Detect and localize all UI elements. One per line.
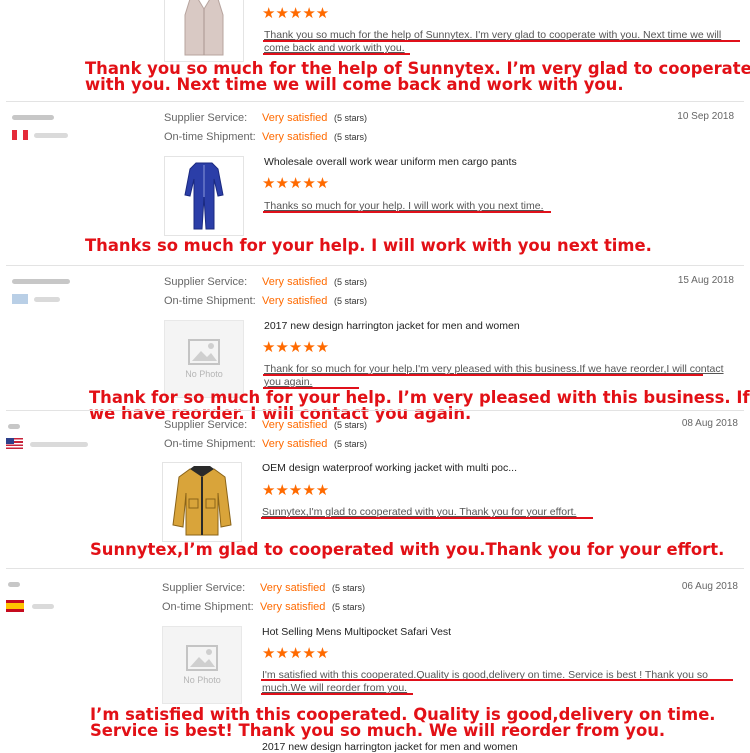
- supplier-service-value: Very satisfied: [262, 419, 328, 431]
- no-photo-label: No Photo: [185, 369, 223, 379]
- ontime-shipment-stars: (5 stars): [332, 602, 366, 612]
- supplier-service-label: Supplier Service:: [162, 582, 246, 594]
- product-title[interactable]: Hot Selling Mens Multipocket Safari Vest: [262, 626, 451, 638]
- divider: [6, 568, 744, 569]
- divider: [6, 265, 744, 266]
- supplier-service-label: Supplier Service:: [164, 276, 248, 288]
- product-thumbnail[interactable]: [164, 156, 244, 236]
- supplier-service-label: Supplier Service:: [164, 419, 248, 431]
- product-thumbnail[interactable]: No Photo: [162, 626, 242, 704]
- comment-underline: [261, 693, 413, 695]
- review-date: 15 Aug 2018: [677, 275, 734, 286]
- buyer-country: [32, 604, 54, 609]
- buyer-name: [12, 279, 70, 284]
- review-comment: I'm satisfied with this cooperated.Quali…: [262, 669, 708, 694]
- rating-stars: ★★★★★: [262, 645, 330, 662]
- jacket-image: [172, 466, 232, 536]
- product-thumbnail[interactable]: No Photo: [164, 320, 244, 398]
- review-date: 08 Aug 2018: [681, 418, 738, 429]
- supplier-service-label: Supplier Service:: [164, 112, 248, 124]
- supplier-service-stars: (5 stars): [334, 420, 368, 430]
- rating-stars: ★★★★★: [262, 175, 330, 192]
- ontime-shipment-value: Very satisfied: [262, 295, 328, 307]
- review-comment: Thank you so much for the help of Sunnyt…: [264, 29, 722, 54]
- ontime-shipment-value: Very satisfied: [262, 131, 328, 143]
- supplier-service-value: Very satisfied: [262, 112, 328, 124]
- image-placeholder-icon: [188, 339, 220, 365]
- country-flag-icon: [12, 130, 28, 140]
- supplier-service-stars: (5 stars): [334, 113, 368, 123]
- comment-underline: [263, 53, 410, 55]
- country-flag-icon: [12, 294, 28, 304]
- product-title[interactable]: OEM design waterproof working jacket wit…: [262, 462, 517, 474]
- ontime-shipment-label: On-time Shipment:: [164, 131, 256, 143]
- supplier-service-value: Very satisfied: [262, 276, 328, 288]
- product-thumbnail[interactable]: [164, 0, 244, 62]
- comment-underline: [261, 679, 733, 681]
- comment-underline: [263, 40, 740, 42]
- image-placeholder-icon: [186, 645, 218, 671]
- divider: [6, 410, 744, 411]
- supplier-service-stars: (5 stars): [332, 583, 366, 593]
- rating-stars: ★★★★★: [262, 5, 330, 22]
- buyer-name: [12, 115, 54, 120]
- supplier-service-stars: (5 stars): [334, 277, 368, 287]
- buyer-name: [8, 582, 20, 587]
- review-date: 10 Sep 2018: [677, 111, 734, 122]
- comment-underline: [263, 211, 551, 213]
- overlay-caption: Thanks so much for your help. I will wor…: [85, 236, 652, 255]
- ontime-shipment-stars: (5 stars): [334, 132, 368, 142]
- product-title[interactable]: 2017 new design harrington jacket for me…: [264, 320, 520, 332]
- overlay-caption: with you. Next time we will come back an…: [85, 75, 624, 94]
- ontime-shipment-stars: (5 stars): [334, 439, 368, 449]
- vest-image: [184, 0, 224, 56]
- coverall-image: [184, 162, 224, 230]
- ontime-shipment-stars: (5 stars): [334, 296, 368, 306]
- country-flag-icon: [6, 600, 24, 612]
- review-date: 06 Aug 2018: [681, 581, 738, 592]
- rating-stars: ★★★★★: [262, 482, 330, 499]
- comment-underline: [263, 374, 703, 376]
- overlay-caption: Sunnytex,I’m glad to cooperated with you…: [90, 540, 725, 559]
- no-photo-label: No Photo: [183, 675, 221, 685]
- buyer-country: [34, 133, 68, 138]
- ontime-shipment-value: Very satisfied: [260, 601, 326, 613]
- buyer-country: [34, 297, 60, 302]
- product-thumbnail[interactable]: [162, 462, 242, 542]
- ontime-shipment-value: Very satisfied: [262, 438, 328, 450]
- supplier-service-value: Very satisfied: [260, 582, 326, 594]
- buyer-country: [30, 442, 88, 447]
- ontime-shipment-label: On-time Shipment:: [164, 295, 256, 307]
- divider: [6, 101, 744, 102]
- product-title[interactable]: Wholesale overall work wear uniform men …: [264, 156, 517, 168]
- buyer-name: [8, 424, 20, 429]
- ontime-shipment-label: On-time Shipment:: [162, 601, 254, 613]
- ontime-shipment-label: On-time Shipment:: [164, 438, 256, 450]
- country-flag-icon: [6, 438, 23, 449]
- rating-stars: ★★★★★: [262, 339, 330, 356]
- product-title[interactable]: 2017 new design harrington jacket for me…: [262, 741, 518, 753]
- comment-underline: [261, 517, 593, 519]
- overlay-caption: Service is best! Thank you so much. We w…: [90, 721, 666, 740]
- review-comment: Thank for so much for your help.I'm very…: [264, 363, 724, 388]
